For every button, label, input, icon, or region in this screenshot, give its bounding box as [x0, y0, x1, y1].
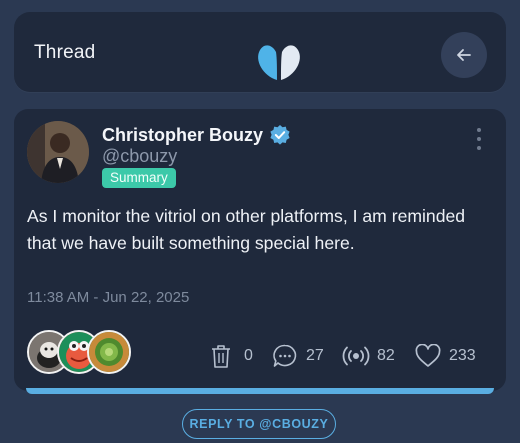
post-text: As I monitor the vitriol on other platfo… — [27, 206, 466, 253]
summary-badge[interactable]: Summary — [102, 168, 176, 188]
trash-icon — [212, 345, 230, 368]
author-handle[interactable]: @cbouzy — [102, 146, 177, 167]
comment-icon — [273, 344, 297, 367]
comment-button[interactable]: 27 — [272, 343, 342, 369]
verified-icon — [270, 125, 290, 145]
author-name[interactable]: Christopher Bouzy — [102, 125, 263, 146]
like-button[interactable]: 233 — [414, 344, 476, 368]
page-title: Thread — [34, 42, 96, 63]
avatar-image — [27, 121, 89, 183]
delete-count: 0 — [244, 347, 253, 364]
back-button[interactable] — [441, 32, 487, 78]
post-actions: 0 27 82 233 — [210, 340, 476, 372]
reply-button[interactable]: REPLY TO @CBOUZY — [182, 409, 336, 439]
author-name-row: Christopher Bouzy — [102, 124, 291, 146]
heart-icon — [415, 344, 441, 367]
more-vertical-icon — [472, 128, 486, 150]
broadcast-icon — [342, 346, 370, 366]
more-options-button[interactable] — [472, 128, 486, 154]
avatar-plant — [87, 330, 131, 374]
post-card-accent — [26, 388, 494, 394]
broadcast-count: 82 — [377, 347, 395, 364]
top-bar: Thread — [14, 12, 506, 92]
comment-count: 27 — [306, 347, 324, 364]
interaction-avatars[interactable] — [27, 330, 137, 374]
like-count: 233 — [449, 347, 476, 364]
logo-icon — [258, 45, 300, 80]
avatar[interactable] — [27, 121, 89, 183]
delete-button[interactable]: 0 — [210, 343, 272, 369]
back-arrow-icon — [457, 49, 471, 61]
broadcast-button[interactable]: 82 — [342, 344, 414, 368]
post-timestamp: 11:38 AM - Jun 22, 2025 — [27, 289, 190, 306]
